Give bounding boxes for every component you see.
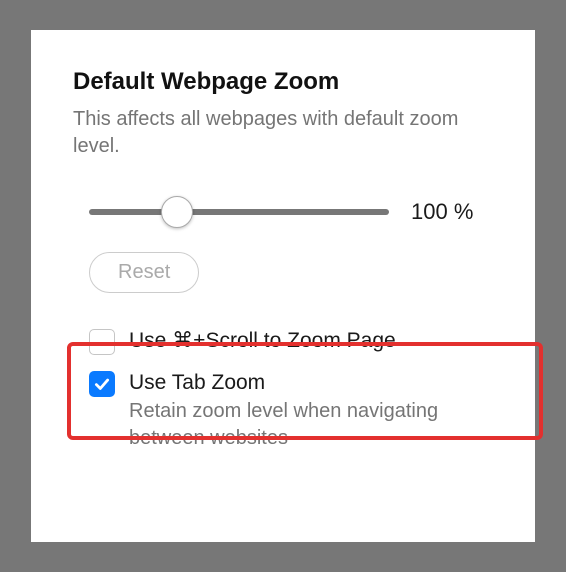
tab-zoom-checkbox[interactable] [89,371,115,397]
slider-thumb[interactable] [161,196,193,228]
tab-zoom-option: Use Tab Zoom Retain zoom level when navi… [89,369,495,452]
cmd-scroll-label: Use ⌘+Scroll to Zoom Page [129,327,396,354]
cmd-scroll-checkbox[interactable] [89,329,115,355]
slider-track [89,209,389,215]
tab-zoom-description: Retain zoom level when navigating betwee… [129,398,495,452]
zoom-value-label: 100 % [411,199,473,225]
section-title: Default Webpage Zoom [73,68,495,96]
zoom-settings-panel: Default Webpage Zoom This affects all we… [31,30,535,542]
tab-zoom-label: Use Tab Zoom [129,369,495,396]
tab-zoom-content: Use Tab Zoom Retain zoom level when navi… [129,369,495,452]
section-subtitle: This affects all webpages with default z… [73,106,495,160]
cmd-scroll-content: Use ⌘+Scroll to Zoom Page [129,327,396,354]
zoom-slider-row: 100 % [89,194,495,230]
reset-button[interactable]: Reset [89,252,199,293]
cmd-scroll-option: Use ⌘+Scroll to Zoom Page [89,327,495,355]
checkmark-icon [93,375,111,393]
zoom-slider[interactable] [89,194,389,230]
